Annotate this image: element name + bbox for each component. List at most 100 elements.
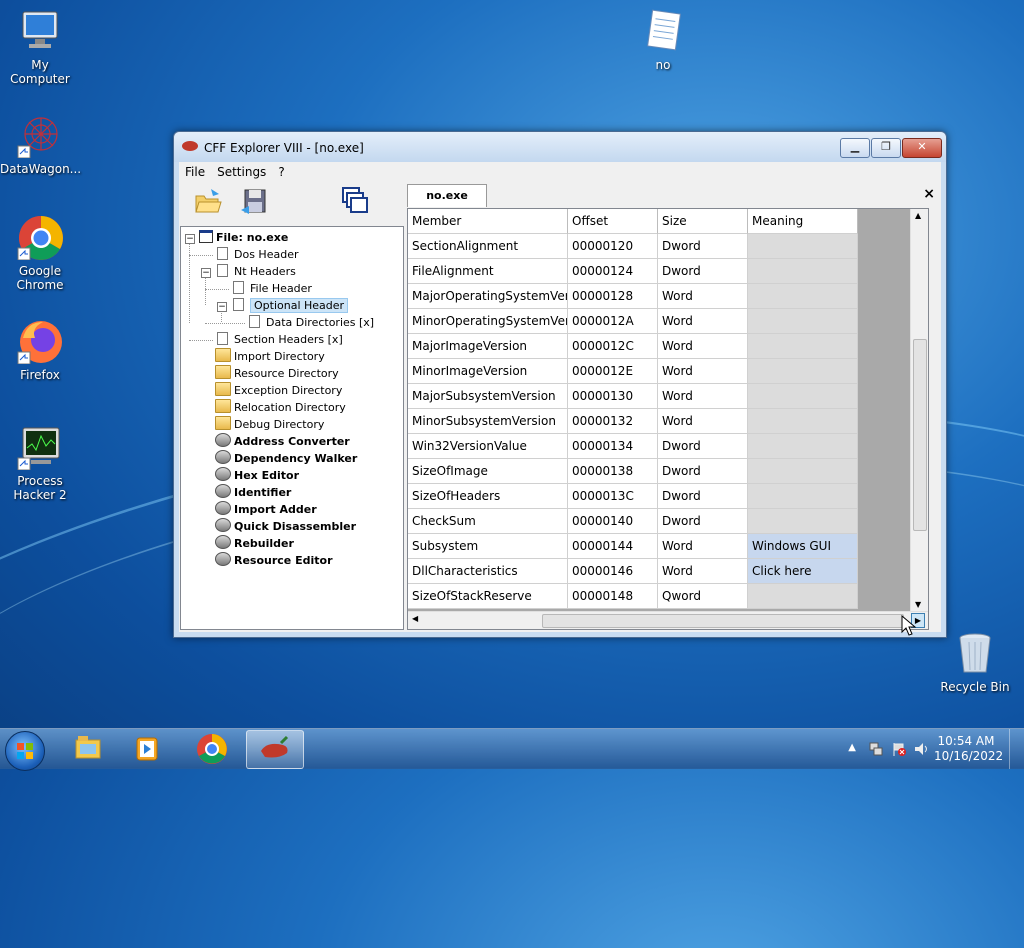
window-titlebar[interactable]: CFF Explorer VIII - [no.exe] ▁ ❐ ✕ (174, 132, 946, 162)
close-button[interactable]: ✕ (902, 138, 942, 158)
menu-help[interactable]: ? (272, 162, 290, 182)
cell-size[interactable]: Qword (658, 584, 748, 609)
cell-offset[interactable]: 0000012E (568, 359, 658, 384)
restore-button[interactable]: ❐ (871, 138, 901, 158)
cell-size[interactable]: Word (658, 384, 748, 409)
scroll-up-icon[interactable]: ▲ (915, 211, 921, 220)
cell-size[interactable]: Dword (658, 434, 748, 459)
open-file-button[interactable] (193, 186, 223, 216)
save-file-button[interactable] (239, 186, 269, 216)
tree-item-import-adder[interactable]: Import Adder (215, 501, 317, 518)
cell-member[interactable]: Subsystem (408, 534, 568, 559)
tree-item-data-directories[interactable]: Data Directories [x] (247, 314, 374, 331)
cell-size[interactable]: Word (658, 409, 748, 434)
taskbar-chrome[interactable] (184, 730, 240, 767)
scroll-left-icon[interactable]: ◀ (412, 614, 418, 623)
start-button[interactable] (5, 731, 45, 771)
tree-item-address-converter[interactable]: Address Converter (215, 433, 350, 450)
desktop-icon-google-chrome[interactable]: Google Chrome (0, 214, 80, 292)
tree-collapse-root[interactable]: − (185, 234, 195, 244)
cell-member[interactable]: MajorSubsystemVersion (408, 384, 568, 409)
cell-member[interactable]: MajorOperatingSystemVers... (408, 284, 568, 309)
cell-member[interactable]: SizeOfImage (408, 459, 568, 484)
cell-size[interactable]: Dword (658, 234, 748, 259)
cell-member[interactable]: SizeOfStackReserve (408, 584, 568, 609)
cell-meaning[interactable] (748, 459, 858, 484)
action-center-flag-icon[interactable] (891, 741, 907, 757)
windows-button[interactable] (339, 186, 369, 216)
cell-member[interactable]: CheckSum (408, 509, 568, 534)
cell-size[interactable]: Dword (658, 484, 748, 509)
cell-member[interactable]: MinorOperatingSystemVer... (408, 309, 568, 334)
tree-item-nt-headers[interactable]: Nt Headers (215, 263, 296, 280)
taskbar-media-player[interactable] (120, 730, 176, 767)
tree-item-quick-disassembler[interactable]: Quick Disassembler (215, 518, 356, 535)
cell-offset[interactable]: 00000132 (568, 409, 658, 434)
cell-offset[interactable]: 00000148 (568, 584, 658, 609)
volume-icon[interactable] (913, 741, 931, 757)
tree-item-file[interactable]: File: no.exe (199, 229, 288, 246)
cell-meaning[interactable] (748, 234, 858, 259)
tree-item-resource-editor[interactable]: Resource Editor (215, 552, 333, 569)
column-header-size[interactable]: Size (658, 209, 748, 234)
taskbar-explorer[interactable] (60, 730, 116, 767)
cell-member[interactable]: MinorImageVersion (408, 359, 568, 384)
desktop-icon-datawagon[interactable]: DataWagon... (0, 112, 81, 176)
cell-member[interactable]: Win32VersionValue (408, 434, 568, 459)
cell-member[interactable]: DllCharacteristics (408, 559, 568, 584)
cell-meaning[interactable] (748, 384, 858, 409)
cell-offset[interactable]: 0000013C (568, 484, 658, 509)
cell-size[interactable]: Word (658, 284, 748, 309)
tree-item-debug-directory[interactable]: Debug Directory (215, 416, 324, 433)
cell-meaning[interactable] (748, 284, 858, 309)
cell-offset[interactable]: 00000144 (568, 534, 658, 559)
scroll-down-icon[interactable]: ▼ (915, 600, 921, 609)
tree-item-optional-header[interactable]: Optional Header (231, 297, 349, 314)
tree-item-identifier[interactable]: Identifier (215, 484, 291, 501)
column-header-member[interactable]: Member (408, 209, 568, 234)
tree-item-exception-directory[interactable]: Exception Directory (215, 382, 342, 399)
tree-item-file-header[interactable]: File Header (231, 280, 312, 297)
tree-item-import-directory[interactable]: Import Directory (215, 348, 325, 365)
tab-close-icon[interactable]: × (923, 186, 935, 202)
cell-offset[interactable]: 00000134 (568, 434, 658, 459)
cell-offset[interactable]: 00000140 (568, 509, 658, 534)
column-header-offset[interactable]: Offset (568, 209, 658, 234)
tree-view[interactable]: − − − File: no.exe Dos Header Nt Headers… (180, 226, 404, 630)
cell-meaning[interactable] (748, 259, 858, 284)
cell-offset[interactable]: 00000128 (568, 284, 658, 309)
cell-meaning[interactable] (748, 309, 858, 334)
column-header-meaning[interactable]: Meaning (748, 209, 858, 234)
desktop-icon-my-computer[interactable]: My Computer (0, 8, 80, 86)
cell-offset[interactable]: 0000012A (568, 309, 658, 334)
tree-collapse-optional-header[interactable]: − (217, 302, 227, 312)
vertical-scroll-thumb[interactable] (913, 339, 927, 531)
menu-file[interactable]: File (179, 162, 211, 182)
cell-meaning[interactable]: Click here (748, 559, 858, 584)
tree-item-section-headers[interactable]: Section Headers [x] (215, 331, 343, 348)
cell-member[interactable]: SectionAlignment (408, 234, 568, 259)
menu-settings[interactable]: Settings (211, 162, 272, 182)
desktop-icon-no[interactable]: no (623, 8, 703, 72)
tree-item-dependency-walker[interactable]: Dependency Walker (215, 450, 357, 467)
tree-item-rebuilder[interactable]: Rebuilder (215, 535, 294, 552)
cell-offset[interactable]: 00000124 (568, 259, 658, 284)
tab-no-exe[interactable]: no.exe (407, 184, 487, 207)
horizontal-scrollbar[interactable]: ◀ ▶ (408, 611, 928, 629)
horizontal-scroll-thumb[interactable] (542, 614, 904, 628)
desktop-icon-process-hacker[interactable]: Process Hacker 2 (0, 424, 80, 502)
cell-meaning[interactable] (748, 359, 858, 384)
tree-item-relocation-directory[interactable]: Relocation Directory (215, 399, 346, 416)
tree-item-hex-editor[interactable]: Hex Editor (215, 467, 299, 484)
cell-member[interactable]: MinorSubsystemVersion (408, 409, 568, 434)
cell-size[interactable]: Word (658, 559, 748, 584)
cell-member[interactable]: FileAlignment (408, 259, 568, 284)
minimize-button[interactable]: ▁ (840, 138, 870, 158)
tree-item-resource-directory[interactable]: Resource Directory (215, 365, 339, 382)
cell-offset[interactable]: 00000138 (568, 459, 658, 484)
cell-meaning[interactable] (748, 484, 858, 509)
cell-offset[interactable]: 00000120 (568, 234, 658, 259)
cell-size[interactable]: Word (658, 309, 748, 334)
cell-offset[interactable]: 00000130 (568, 384, 658, 409)
cell-meaning[interactable] (748, 434, 858, 459)
